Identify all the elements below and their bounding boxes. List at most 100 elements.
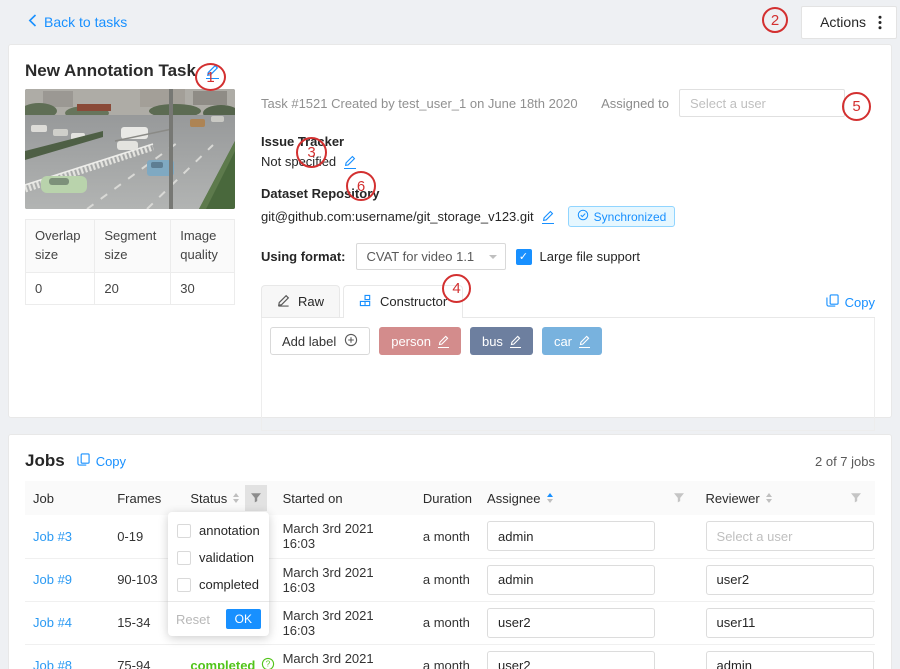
status-filter-icon[interactable] <box>245 485 267 511</box>
chevron-down-icon <box>489 255 497 259</box>
col-started-on: Started on <box>275 481 415 515</box>
top-bar: Back to tasks Actions <box>0 0 900 44</box>
assigned-to-input[interactable] <box>679 89 845 117</box>
task-body: Overlap size Segment size Image quality … <box>25 89 875 431</box>
jobs-title: Jobs <box>25 451 65 471</box>
col-assignee: Assignee <box>479 481 698 515</box>
actions-label: Actions <box>820 14 866 30</box>
col-status: Status <box>182 481 274 515</box>
label-chip-bus[interactable]: bus <box>470 327 533 355</box>
synchronized-badge: Synchronized <box>568 206 676 227</box>
validation-checkbox[interactable] <box>177 551 191 565</box>
filter-option-validation[interactable]: validation <box>168 544 269 571</box>
cvat-task-page: Back to tasks Actions New Annotation Tas… <box>0 0 900 669</box>
back-to-tasks-label: Back to tasks <box>44 14 127 30</box>
format-select-value: CVAT for video 1.1 <box>367 249 475 264</box>
assignee-sorter[interactable] <box>547 493 553 503</box>
issue-tracker-row: Not specified <box>261 154 875 169</box>
task-parameters-table: Overlap size Segment size Image quality … <box>25 219 235 305</box>
jobs-card: Jobs Copy 2 of 7 jobs Job Frames Status … <box>8 434 892 669</box>
task-preview-image <box>25 89 235 209</box>
assignee-input[interactable] <box>487 565 655 595</box>
back-chevron-icon <box>28 14 37 30</box>
copy-icon <box>77 453 90 469</box>
jobs-count: 2 of 7 jobs <box>815 454 875 469</box>
param-header-segment: Segment size <box>95 220 171 273</box>
assignee-input[interactable] <box>487 608 655 638</box>
job-link[interactable]: Job #4 <box>33 615 72 630</box>
copy-icon <box>826 294 839 310</box>
assignee-input[interactable] <box>487 521 655 551</box>
format-select[interactable]: CVAT for video 1.1 <box>356 243 506 270</box>
annotation-checkbox[interactable] <box>177 524 191 538</box>
status-sorter[interactable] <box>233 493 239 503</box>
task-detail-card: New Annotation Task <box>8 44 892 418</box>
reviewer-filter-icon[interactable] <box>845 485 867 511</box>
svg-text:?: ? <box>266 660 271 669</box>
filter-reset-button[interactable]: Reset <box>176 612 210 627</box>
kebab-menu-icon <box>878 15 882 30</box>
filter-footer: Reset OK <box>168 601 269 636</box>
edit-repository-icon[interactable] <box>542 210 554 224</box>
labels-tabs: Raw Constructor Copy <box>261 285 875 318</box>
using-format-label: Using format: <box>261 249 346 264</box>
edit-title-icon[interactable] <box>206 64 219 79</box>
edit-label-icon[interactable] <box>579 335 590 348</box>
job-row: Job #3 0-19 March 3rd 2021 16:03 a month <box>25 515 875 558</box>
task-meta: Task #1521 Created by test_user_1 on Jun… <box>261 96 578 111</box>
copy-labels-button[interactable]: Copy <box>826 294 875 310</box>
label-chip-person[interactable]: person <box>379 327 461 355</box>
label-chip-car[interactable]: car <box>542 327 602 355</box>
edit-issue-tracker-icon[interactable] <box>344 155 356 169</box>
dataset-repository-label: Dataset Repository <box>261 186 875 201</box>
labels-constructor-pane: Add label person bus car <box>261 318 875 431</box>
task-right-column: Task #1521 Created by test_user_1 on Jun… <box>261 89 875 431</box>
completed-checkbox[interactable] <box>177 578 191 592</box>
filter-option-annotation[interactable]: annotation <box>168 517 269 544</box>
param-header-overlap: Overlap size <box>26 220 95 273</box>
reviewer-sorter[interactable] <box>766 493 772 503</box>
job-link[interactable]: Job #9 <box>33 572 72 587</box>
assigned-to-group: Assigned to <box>601 89 875 117</box>
job-link[interactable]: Job #8 <box>33 658 72 669</box>
param-value-quality: 30 <box>171 272 235 304</box>
check-circle-icon <box>577 209 589 224</box>
filter-ok-button[interactable]: OK <box>226 609 261 629</box>
jobs-table: Job Frames Status Started on Duration As… <box>25 481 875 669</box>
tab-raw[interactable]: Raw <box>261 285 340 317</box>
edit-label-icon[interactable] <box>438 335 449 348</box>
add-label-button[interactable]: Add label <box>270 327 370 355</box>
plus-circle-icon <box>344 333 358 350</box>
reviewer-input[interactable] <box>706 521 874 551</box>
edit-label-icon[interactable] <box>510 335 521 348</box>
task-meta-row: Task #1521 Created by test_user_1 on Jun… <box>261 89 875 117</box>
col-frames: Frames <box>109 481 182 515</box>
actions-button[interactable]: Actions <box>801 6 897 39</box>
assignee-filter-icon[interactable] <box>668 485 690 511</box>
reviewer-input[interactable] <box>706 651 874 669</box>
job-link[interactable]: Job #3 <box>33 529 72 544</box>
large-file-support-checkbox[interactable]: ✓ <box>516 249 532 265</box>
task-title-row: New Annotation Task <box>25 61 875 81</box>
issue-tracker-value: Not specified <box>261 154 336 169</box>
large-file-support-label: Large file support <box>540 249 640 264</box>
jobs-header: Jobs Copy 2 of 7 jobs <box>25 451 875 471</box>
job-row: Job #4 15-34 March 3rd 2021 16:03 a mont… <box>25 601 875 644</box>
param-value-segment: 20 <box>95 272 171 304</box>
tab-constructor[interactable]: Constructor <box>343 285 463 317</box>
assignee-input[interactable] <box>487 651 655 669</box>
status-badge: completed ? <box>190 657 275 669</box>
back-to-tasks-link[interactable]: Back to tasks <box>28 14 127 30</box>
format-row: Using format: CVAT for video 1.1 ✓ Large… <box>261 243 875 270</box>
question-circle-icon: ? <box>261 657 275 669</box>
dataset-repository-row: git@github.com:username/git_storage_v123… <box>261 206 875 227</box>
reviewer-input[interactable] <box>706 608 874 638</box>
status-filter-dropdown: annotation validation completed Reset OK <box>168 512 269 636</box>
job-row: Job #8 75-94 completed ? March 3rd 2021 … <box>25 644 875 669</box>
col-duration: Duration <box>415 481 479 515</box>
col-job: Job <box>25 481 109 515</box>
copy-jobs-button[interactable]: Copy <box>77 453 126 469</box>
dataset-repository-value: git@github.com:username/git_storage_v123… <box>261 209 534 224</box>
reviewer-input[interactable] <box>706 565 874 595</box>
filter-option-completed[interactable]: completed <box>168 571 269 598</box>
